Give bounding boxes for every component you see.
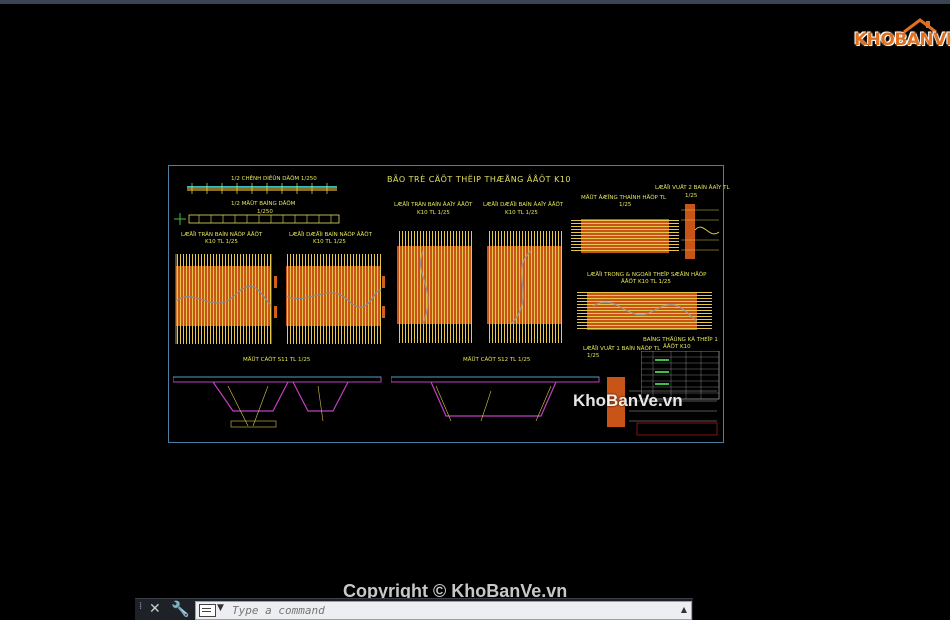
label-table-sub: ÂÅÖT K10 [663,344,691,350]
label-l3: LÆÅÏI TRÃN BAÍN ÂAÏY ÂÅÖT [394,202,473,208]
command-line-bar: ⁞ ✕ 🔧 ▼ ▲ [135,598,693,620]
label-l8: LÆÅÏI VUÄT 1 BAÍN NÄÕP TL [583,346,661,352]
label-l3-scale: K10 TL 1/25 [417,210,450,216]
section-s11-drawing [173,376,382,428]
label-l2-scale: K10 TL 1/25 [313,239,346,245]
mesh-panel-5 [571,219,679,253]
drag-grip-icon[interactable]: ⁞ [139,602,145,616]
mesh-panel-2 [285,254,385,344]
section-s12-drawing [391,376,600,422]
label-beam-plan: 1/2 MÄÜT BAÌNG DÂÖM [231,201,296,207]
beam-elevation-drawing [187,183,337,194]
label-l5-scale: 1/25 [619,202,632,208]
close-icon[interactable]: ✕ [149,601,161,617]
sheet-title: BÃO TRÈ CÄÕT THËIP THÆÅNG ÂÅÖT K10 [387,175,572,184]
khobanve-logo: KHOBANVE [854,18,950,58]
label-l5: MÄÜT ÂÆÏNG THAÌNH HÄÕP TL [581,195,667,201]
wrench-icon[interactable]: 🔧 [171,600,190,618]
chevron-up-icon[interactable]: ▲ [681,605,687,614]
label-s2: MÄÜT CÀÕT S12 TL 1/25 [463,357,531,363]
label-l6-scale: 1/25 [685,193,698,199]
drawing-canvas[interactable]: KHOBANVE BÃO TRÈ CÄÕT THËIP THÆÅNG ÂÅÖT … [0,4,950,601]
label-l1: LÆÅÏI TRÃN BAÍN NÄÕP ÂÅÖT [181,232,263,238]
label-l4: LÆÅÏI DÆÅÏI BAÍN ÂAÏY ÂÅÖT [483,202,564,208]
label-s1: MÄÜT CÀÕT S11 TL 1/25 [243,357,311,363]
corner-detail-1 [681,204,720,259]
command-input[interactable] [232,602,652,618]
command-input-wrap: ▼ ▲ [195,601,692,620]
chevron-down-icon[interactable]: ▼ [217,603,224,613]
beam-plan-drawing [174,213,340,225]
label-table-title: BAÍNG THÄÚNG KÃ THEÏP 1 [643,337,718,343]
label-l1-scale: K10 TL 1/25 [205,239,238,245]
mesh-panel-4 [487,231,562,343]
label-l7: LÆÅÏI TRONG & NGOAÌI THEÏP SÆÅÌN HÄÕP [587,272,707,278]
mesh-panel-6 [577,292,712,330]
mesh-panel-1 [175,254,277,344]
mesh-panel-3 [397,231,472,343]
label-l4-scale: K10 TL 1/25 [505,210,538,216]
label-l8-scale: 1/25 [587,353,600,359]
command-prompt-icon[interactable] [199,604,216,617]
label-l7-scale: ÂÅÖT K10 TL 1/25 [621,279,671,285]
logo-text: KHOBANVE [854,30,950,50]
label-l6: LÆÅÏI VUÄT 2 BAÍN ÂAÏY TL [655,185,730,191]
label-elevation: 1/2 CHÊNH DIÊÛN DÂÖM 1/250 [231,176,317,182]
watermark-text: KhoBanVe.vn [573,391,683,410]
label-l2: LÆÅÏI DÆÅÏI BAÍN NÄÕP ÂÅÖT [289,232,372,238]
